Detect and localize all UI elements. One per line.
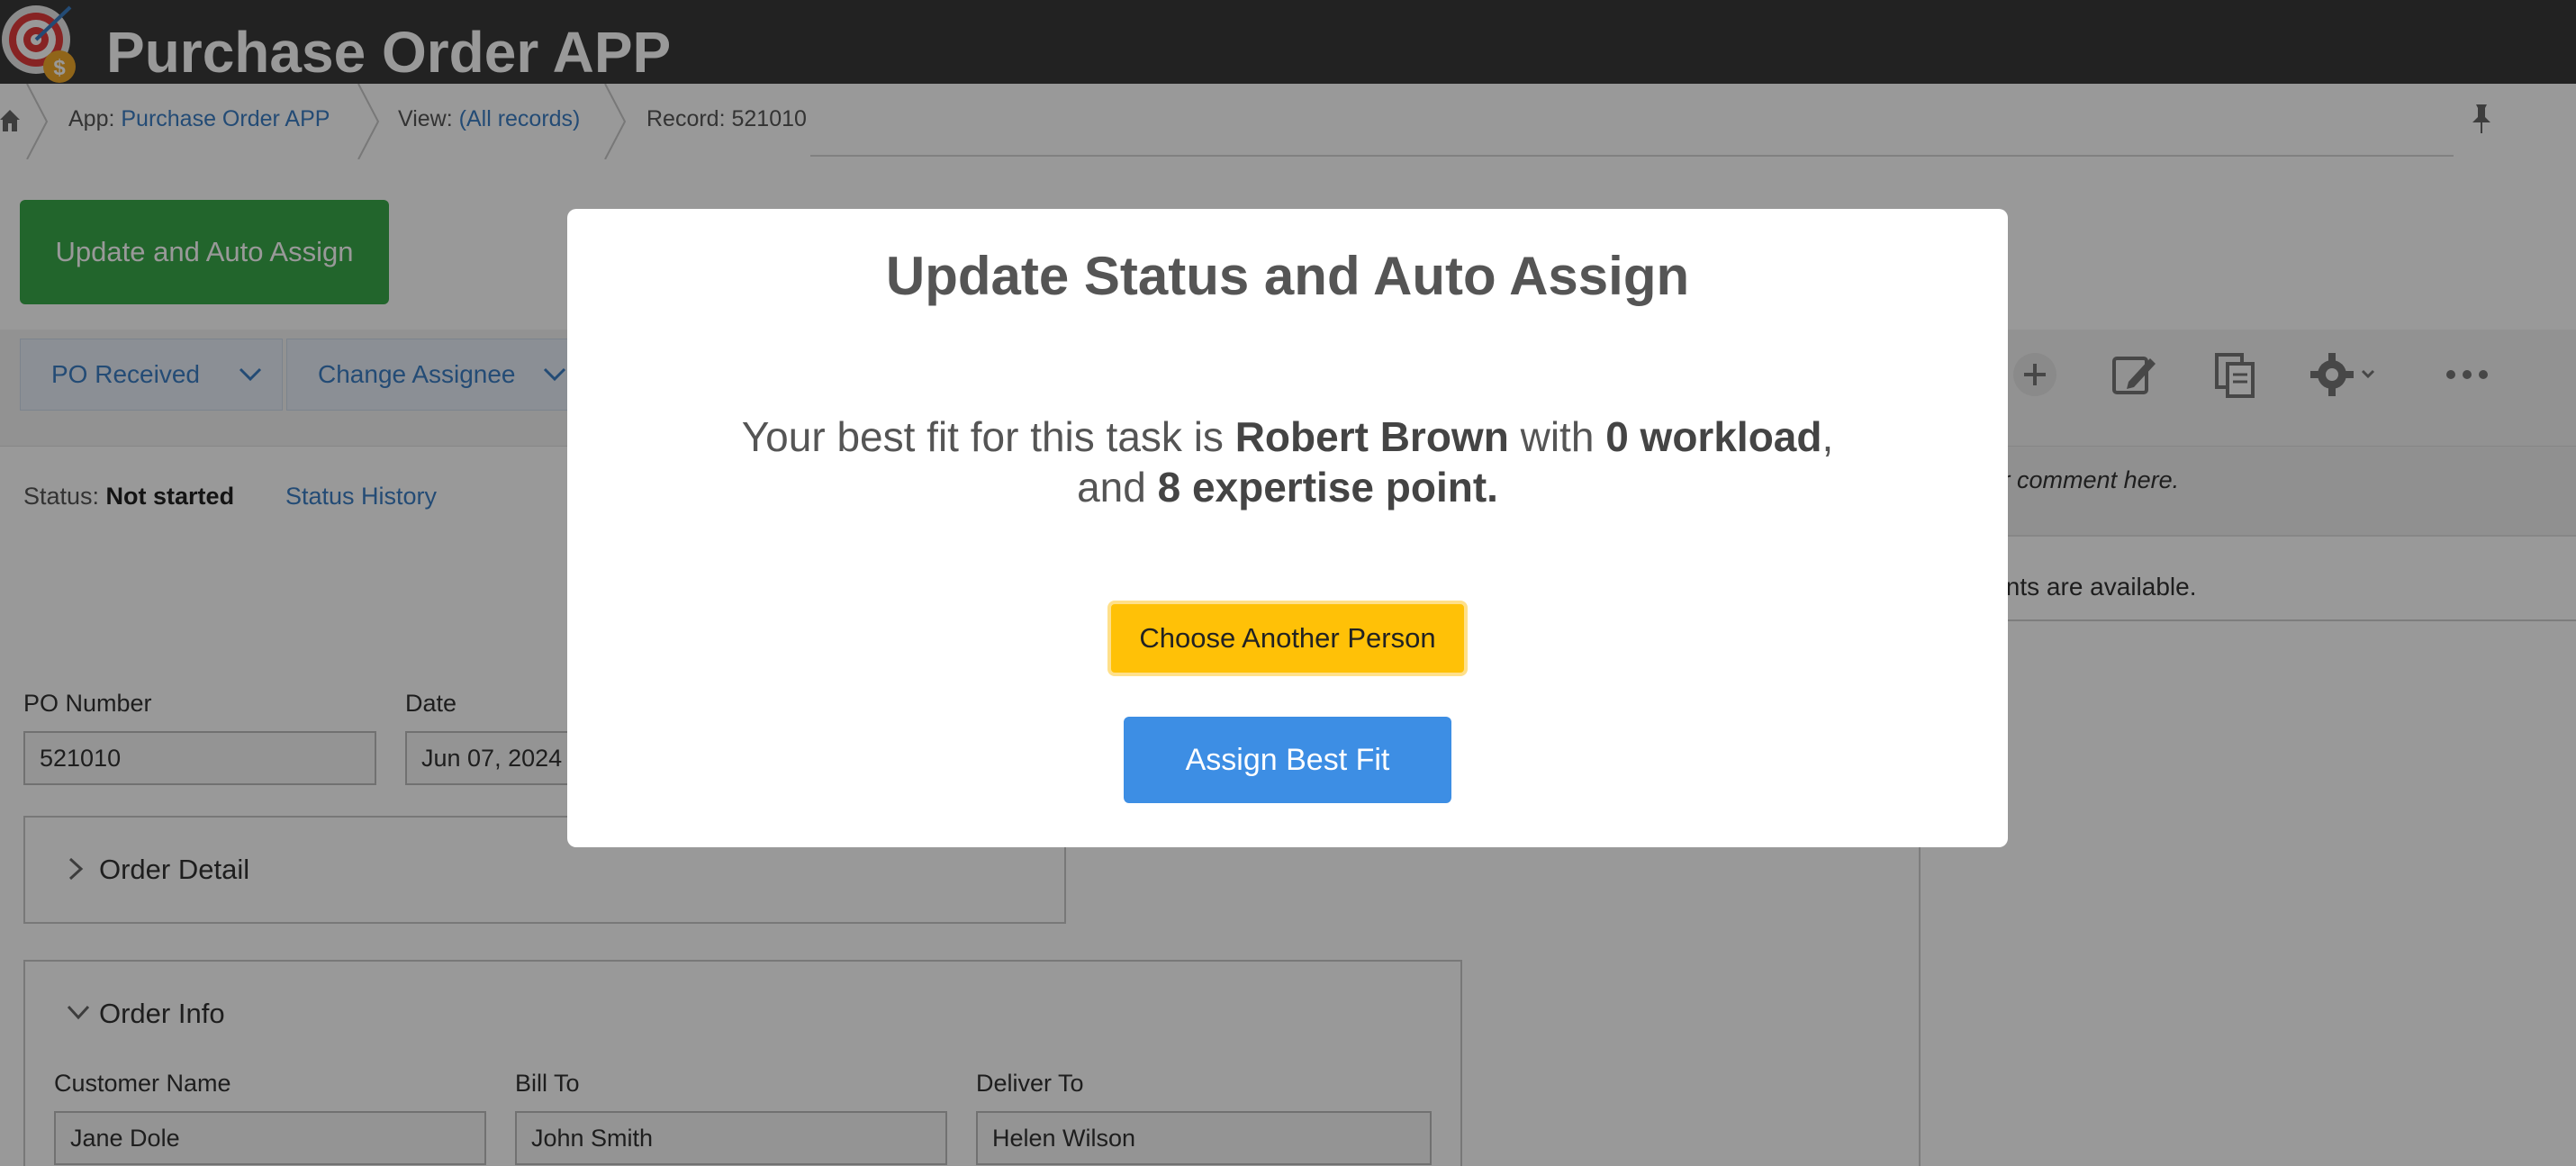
auto-assign-dialog: Update Status and Auto Assign Your best …	[567, 209, 2008, 847]
msg-comma: ,	[1821, 413, 1834, 460]
best-fit-person: Robert Brown	[1234, 413, 1509, 460]
expertise-value: 8 expertise point.	[1157, 464, 1498, 511]
assign-best-fit-button[interactable]: Assign Best Fit	[1124, 717, 1451, 803]
msg-prefix: Your best fit for this task is	[741, 413, 1235, 460]
msg-mid: with	[1508, 413, 1606, 460]
msg-and: and	[1077, 464, 1158, 511]
dialog-title: Update Status and Auto Assign	[885, 246, 1690, 306]
workload-value: 0 workload	[1605, 413, 1822, 460]
choose-another-person-button[interactable]: Choose Another Person	[1107, 601, 1468, 676]
dialog-message: Your best fit for this task is Robert Br…	[621, 411, 1954, 512]
